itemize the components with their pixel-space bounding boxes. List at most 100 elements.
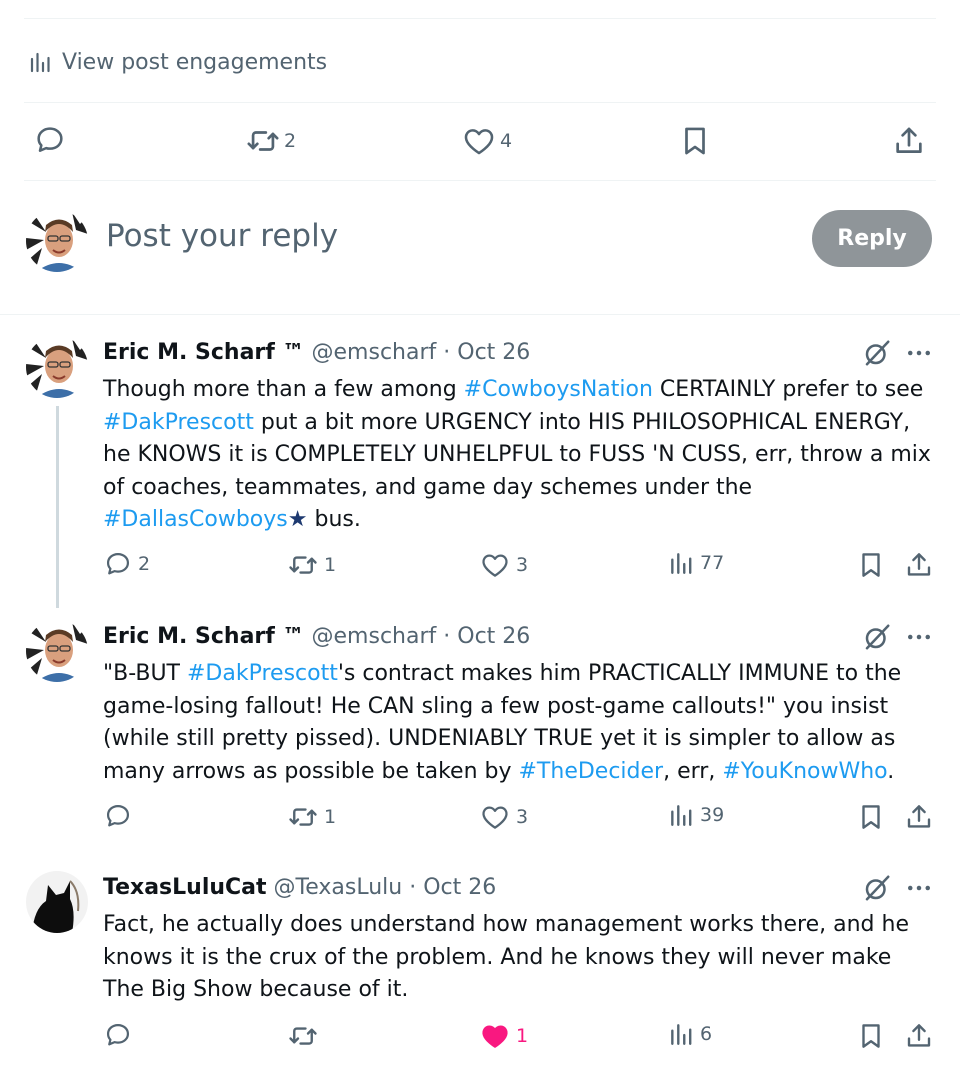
text-segment: "B-BUT bbox=[103, 661, 187, 686]
repost-icon bbox=[288, 802, 318, 832]
separator: · bbox=[443, 624, 451, 649]
tweet-text: Fact, he actually does understand how ma… bbox=[103, 909, 933, 1007]
timestamp[interactable]: Oct 26 bbox=[457, 340, 530, 365]
bar-chart-icon bbox=[668, 550, 694, 576]
view-count: 6 bbox=[700, 1023, 713, 1045]
bookmark-action[interactable] bbox=[856, 802, 886, 832]
reply-icon bbox=[104, 802, 132, 830]
text-segment: Though more than a few among bbox=[103, 377, 464, 402]
separator: · bbox=[409, 875, 417, 900]
reply-count: 2 bbox=[138, 553, 151, 575]
repost-action[interactable]: 2 bbox=[246, 124, 296, 158]
repost-action[interactable]: 1 bbox=[288, 550, 336, 580]
like-count: 3 bbox=[516, 806, 529, 828]
main-post-actions: 2 4 bbox=[0, 120, 960, 166]
avatar[interactable] bbox=[26, 210, 88, 272]
bar-chart-icon bbox=[28, 50, 52, 74]
display-name[interactable]: Eric M. Scharf ™ bbox=[103, 624, 305, 649]
reply-input[interactable]: Post your reply bbox=[106, 218, 338, 254]
divider bbox=[24, 102, 936, 103]
bar-chart-icon bbox=[668, 802, 694, 828]
views-action[interactable]: 6 bbox=[668, 1021, 712, 1047]
heart-icon bbox=[480, 550, 510, 580]
grok-icon[interactable] bbox=[862, 622, 892, 652]
like-action[interactable]: 1 bbox=[480, 1021, 528, 1051]
like-count: 4 bbox=[500, 130, 513, 152]
hashtag-link[interactable]: #DakPrescott bbox=[103, 410, 254, 435]
grok-icon[interactable] bbox=[862, 873, 892, 903]
bookmark-action[interactable] bbox=[856, 1021, 886, 1051]
text-segment: . bbox=[887, 758, 895, 784]
text-segment: CERTAINLY prefer to see bbox=[652, 377, 924, 402]
heart-icon bbox=[462, 124, 496, 158]
reply-action[interactable] bbox=[104, 802, 138, 830]
bookmark-action[interactable] bbox=[856, 550, 886, 580]
repost-action[interactable] bbox=[288, 1021, 324, 1051]
bookmark-action[interactable] bbox=[678, 124, 712, 158]
divider bbox=[0, 314, 960, 315]
reply-icon bbox=[104, 1021, 132, 1049]
grok-icon[interactable] bbox=[862, 338, 892, 368]
separator: · bbox=[443, 340, 451, 365]
reply-button[interactable]: Reply bbox=[812, 210, 932, 267]
avatar[interactable] bbox=[26, 336, 88, 398]
view-count: 39 bbox=[700, 804, 725, 826]
reply-action[interactable] bbox=[104, 1021, 138, 1049]
repost-icon bbox=[288, 1021, 318, 1051]
share-action[interactable] bbox=[904, 802, 934, 832]
share-icon bbox=[904, 802, 934, 832]
avatar[interactable] bbox=[26, 620, 88, 682]
timestamp[interactable]: Oct 26 bbox=[457, 624, 530, 649]
heart-filled-icon bbox=[480, 1021, 510, 1051]
bookmark-icon bbox=[856, 550, 886, 580]
share-action[interactable] bbox=[904, 550, 934, 580]
view-engagements-label: View post engagements bbox=[62, 49, 328, 75]
bookmark-icon bbox=[678, 124, 712, 158]
divider bbox=[24, 180, 936, 181]
tweet-header: Eric M. Scharf ™ @emscharf · Oct 26 bbox=[103, 624, 530, 649]
timestamp[interactable]: Oct 26 bbox=[423, 875, 496, 900]
view-engagements-link[interactable]: View post engagements bbox=[28, 46, 327, 78]
repost-action[interactable]: 1 bbox=[288, 802, 336, 832]
star-emoji-icon: ★ bbox=[287, 507, 308, 532]
more-options-icon[interactable] bbox=[904, 873, 934, 903]
more-options-icon[interactable] bbox=[904, 338, 934, 368]
avatar[interactable] bbox=[26, 871, 88, 933]
like-action[interactable]: 4 bbox=[462, 124, 512, 158]
tweet-actions: 1 6 bbox=[0, 1021, 960, 1057]
views-action[interactable]: 39 bbox=[668, 802, 724, 828]
hashtag-link[interactable]: #DallasCowboys bbox=[103, 507, 288, 532]
tweet-header: Eric M. Scharf ™ @emscharf · Oct 26 bbox=[103, 340, 530, 365]
hashtag-link[interactable]: #YouKnowWho bbox=[722, 759, 887, 784]
text-segment: bus. bbox=[307, 507, 361, 532]
hashtag-link[interactable]: #CowboysNation bbox=[464, 377, 653, 402]
like-action[interactable]: 3 bbox=[480, 802, 528, 832]
text-segment: , err, bbox=[663, 758, 723, 784]
share-action[interactable] bbox=[892, 124, 926, 158]
display-name[interactable]: TexasLuluCat bbox=[103, 875, 267, 900]
repost-icon bbox=[288, 550, 318, 580]
tweet-text: Though more than a few among #CowboysNat… bbox=[103, 374, 933, 537]
repost-count: 1 bbox=[324, 806, 337, 828]
hashtag-link[interactable]: #DakPrescott bbox=[187, 661, 338, 686]
view-count: 77 bbox=[700, 552, 725, 574]
share-icon bbox=[904, 550, 934, 580]
like-action[interactable]: 3 bbox=[480, 550, 528, 580]
repost-icon bbox=[246, 124, 280, 158]
reply-action[interactable] bbox=[34, 124, 66, 156]
like-count: 1 bbox=[516, 1025, 529, 1047]
reply-icon bbox=[34, 124, 66, 156]
repost-count: 1 bbox=[324, 554, 337, 576]
reply-action[interactable]: 2 bbox=[104, 550, 150, 578]
views-action[interactable]: 77 bbox=[668, 550, 724, 576]
more-options-icon[interactable] bbox=[904, 622, 934, 652]
bookmark-icon bbox=[856, 1021, 886, 1051]
tweet-actions: 2 1 3 77 bbox=[0, 550, 960, 586]
handle[interactable]: @TexasLulu bbox=[274, 875, 403, 900]
handle[interactable]: @emscharf bbox=[312, 340, 437, 365]
display-name[interactable]: Eric M. Scharf ™ bbox=[103, 340, 305, 365]
hashtag-link[interactable]: #TheDecider bbox=[519, 759, 664, 784]
share-action[interactable] bbox=[904, 1021, 934, 1051]
handle[interactable]: @emscharf bbox=[312, 624, 437, 649]
tweet-header: TexasLuluCat @TexasLulu · Oct 26 bbox=[103, 875, 496, 900]
